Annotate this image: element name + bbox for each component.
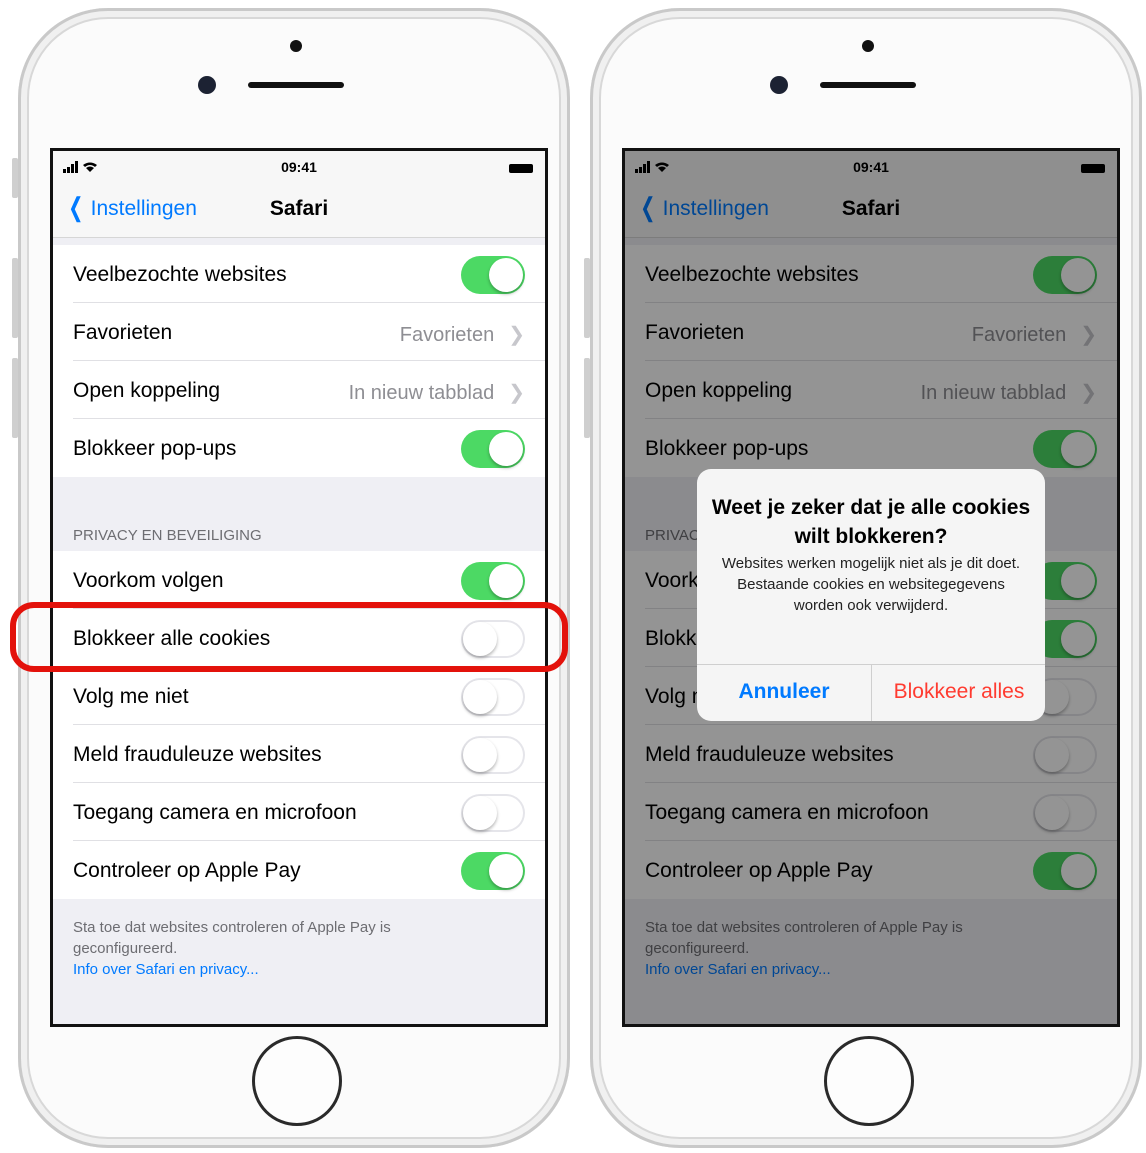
toggle-knob xyxy=(463,738,497,772)
toggle-knob xyxy=(463,796,497,830)
earpiece-speaker xyxy=(820,82,916,88)
row-label: Veelbezochte websites xyxy=(73,263,287,286)
status-bar: 09:41 xyxy=(53,151,545,179)
row-controleer-op-apple-pay: Controleer op Apple Pay xyxy=(53,841,545,899)
toggle-controleer-op-apple-pay[interactable] xyxy=(461,852,525,890)
block-all-button[interactable]: Blokkeer alles xyxy=(872,680,1045,704)
row-label: Voorkom volgen xyxy=(73,569,224,592)
chevron-right-icon: ❯ xyxy=(508,324,525,346)
toggle-toegang-camera-en-microfoon[interactable] xyxy=(461,794,525,832)
row-label: Favorieten xyxy=(73,321,173,344)
toggle-volg-me-niet[interactable] xyxy=(461,678,525,716)
toggle-knob xyxy=(489,564,523,598)
row-label: Toegang camera en microfoon xyxy=(73,801,357,824)
screen: 09:41 ❮ Instellingen Safari Veelbezochte… xyxy=(622,148,1120,1027)
toggle-blokkeer-pop-ups[interactable] xyxy=(461,430,525,468)
volume-down-button xyxy=(584,358,590,438)
row-open-koppeling[interactable]: Open koppeling In nieuw tabblad ❯ xyxy=(53,361,545,419)
toggle-knob xyxy=(489,854,523,888)
row-label: Blokkeer pop-ups xyxy=(73,437,237,460)
row-favorieten[interactable]: Favorieten Favorieten ❯ xyxy=(53,303,545,361)
navigation-bar: ❮ Instellingen Safari xyxy=(53,179,545,238)
row-label: Open koppeling xyxy=(73,379,221,402)
confirm-alert-dialog: Weet je zeker dat je alle cookies wilt b… xyxy=(697,469,1045,721)
iphone-left: 09:41 ❮ Instellingen Safari Veelbezochte… xyxy=(12,8,570,1148)
proximity-sensor xyxy=(290,40,302,52)
home-button[interactable] xyxy=(824,1036,914,1126)
row-value: Favorieten ❯ xyxy=(399,324,525,346)
home-button[interactable] xyxy=(252,1036,342,1126)
page-title: Safari xyxy=(269,197,329,220)
proximity-sensor xyxy=(862,40,874,52)
footer-text: Sta toe dat websites controleren of Appl… xyxy=(73,919,391,957)
front-camera xyxy=(770,76,788,94)
toggle-knob xyxy=(463,680,497,714)
row-label: Meld frauduleuze websites xyxy=(73,743,322,766)
cancel-button[interactable]: Annuleer xyxy=(697,680,871,704)
section-footer: Sta toe dat websites controleren of Appl… xyxy=(73,917,475,980)
alert-message: Websites werken mogelijk niet als je dit… xyxy=(721,555,1021,614)
row-meld-frauduleuze-websites: Meld frauduleuze websites xyxy=(53,725,545,783)
earpiece-speaker xyxy=(248,82,344,88)
row-veelbezochte-websites: Veelbezochte websites xyxy=(53,245,545,303)
iphone-right: 09:41 ❮ Instellingen Safari Veelbezochte… xyxy=(584,8,1142,1148)
row-toegang-camera-en-microfoon: Toegang camera en microfoon xyxy=(53,783,545,841)
section-header-privacy: PRIVACY EN BEVEILIGING xyxy=(73,527,262,544)
row-value: In nieuw tabblad ❯ xyxy=(348,382,525,404)
alert-title: Weet je zeker dat je alle cookies wilt b… xyxy=(711,496,1031,548)
row-label: Controleer op Apple Pay xyxy=(73,859,301,882)
row-volg-me-niet: Volg me niet xyxy=(53,667,545,725)
volume-up-button xyxy=(12,258,18,338)
volume-up-button xyxy=(584,258,590,338)
privacy-info-link[interactable]: Info over Safari en privacy... xyxy=(73,959,475,980)
toggle-knob xyxy=(489,258,523,292)
row-label: Volg me niet xyxy=(73,685,189,708)
chevron-right-icon: ❯ xyxy=(508,382,525,404)
mute-switch xyxy=(12,158,18,198)
volume-down-button xyxy=(12,358,18,438)
toggle-meld-frauduleuze-websites[interactable] xyxy=(461,736,525,774)
highlight-annotation xyxy=(10,602,568,672)
battery-icon xyxy=(509,164,533,173)
row-voorkom-volgen: Voorkom volgen xyxy=(53,551,545,609)
toggle-veelbezochte-websites[interactable] xyxy=(461,256,525,294)
front-camera xyxy=(198,76,216,94)
toggle-voorkom-volgen[interactable] xyxy=(461,562,525,600)
toggle-knob xyxy=(489,432,523,466)
screen: 09:41 ❮ Instellingen Safari Veelbezochte… xyxy=(50,148,548,1027)
row-blokkeer-pop-ups: Blokkeer pop-ups xyxy=(53,419,545,477)
status-time: 09:41 xyxy=(281,159,317,175)
